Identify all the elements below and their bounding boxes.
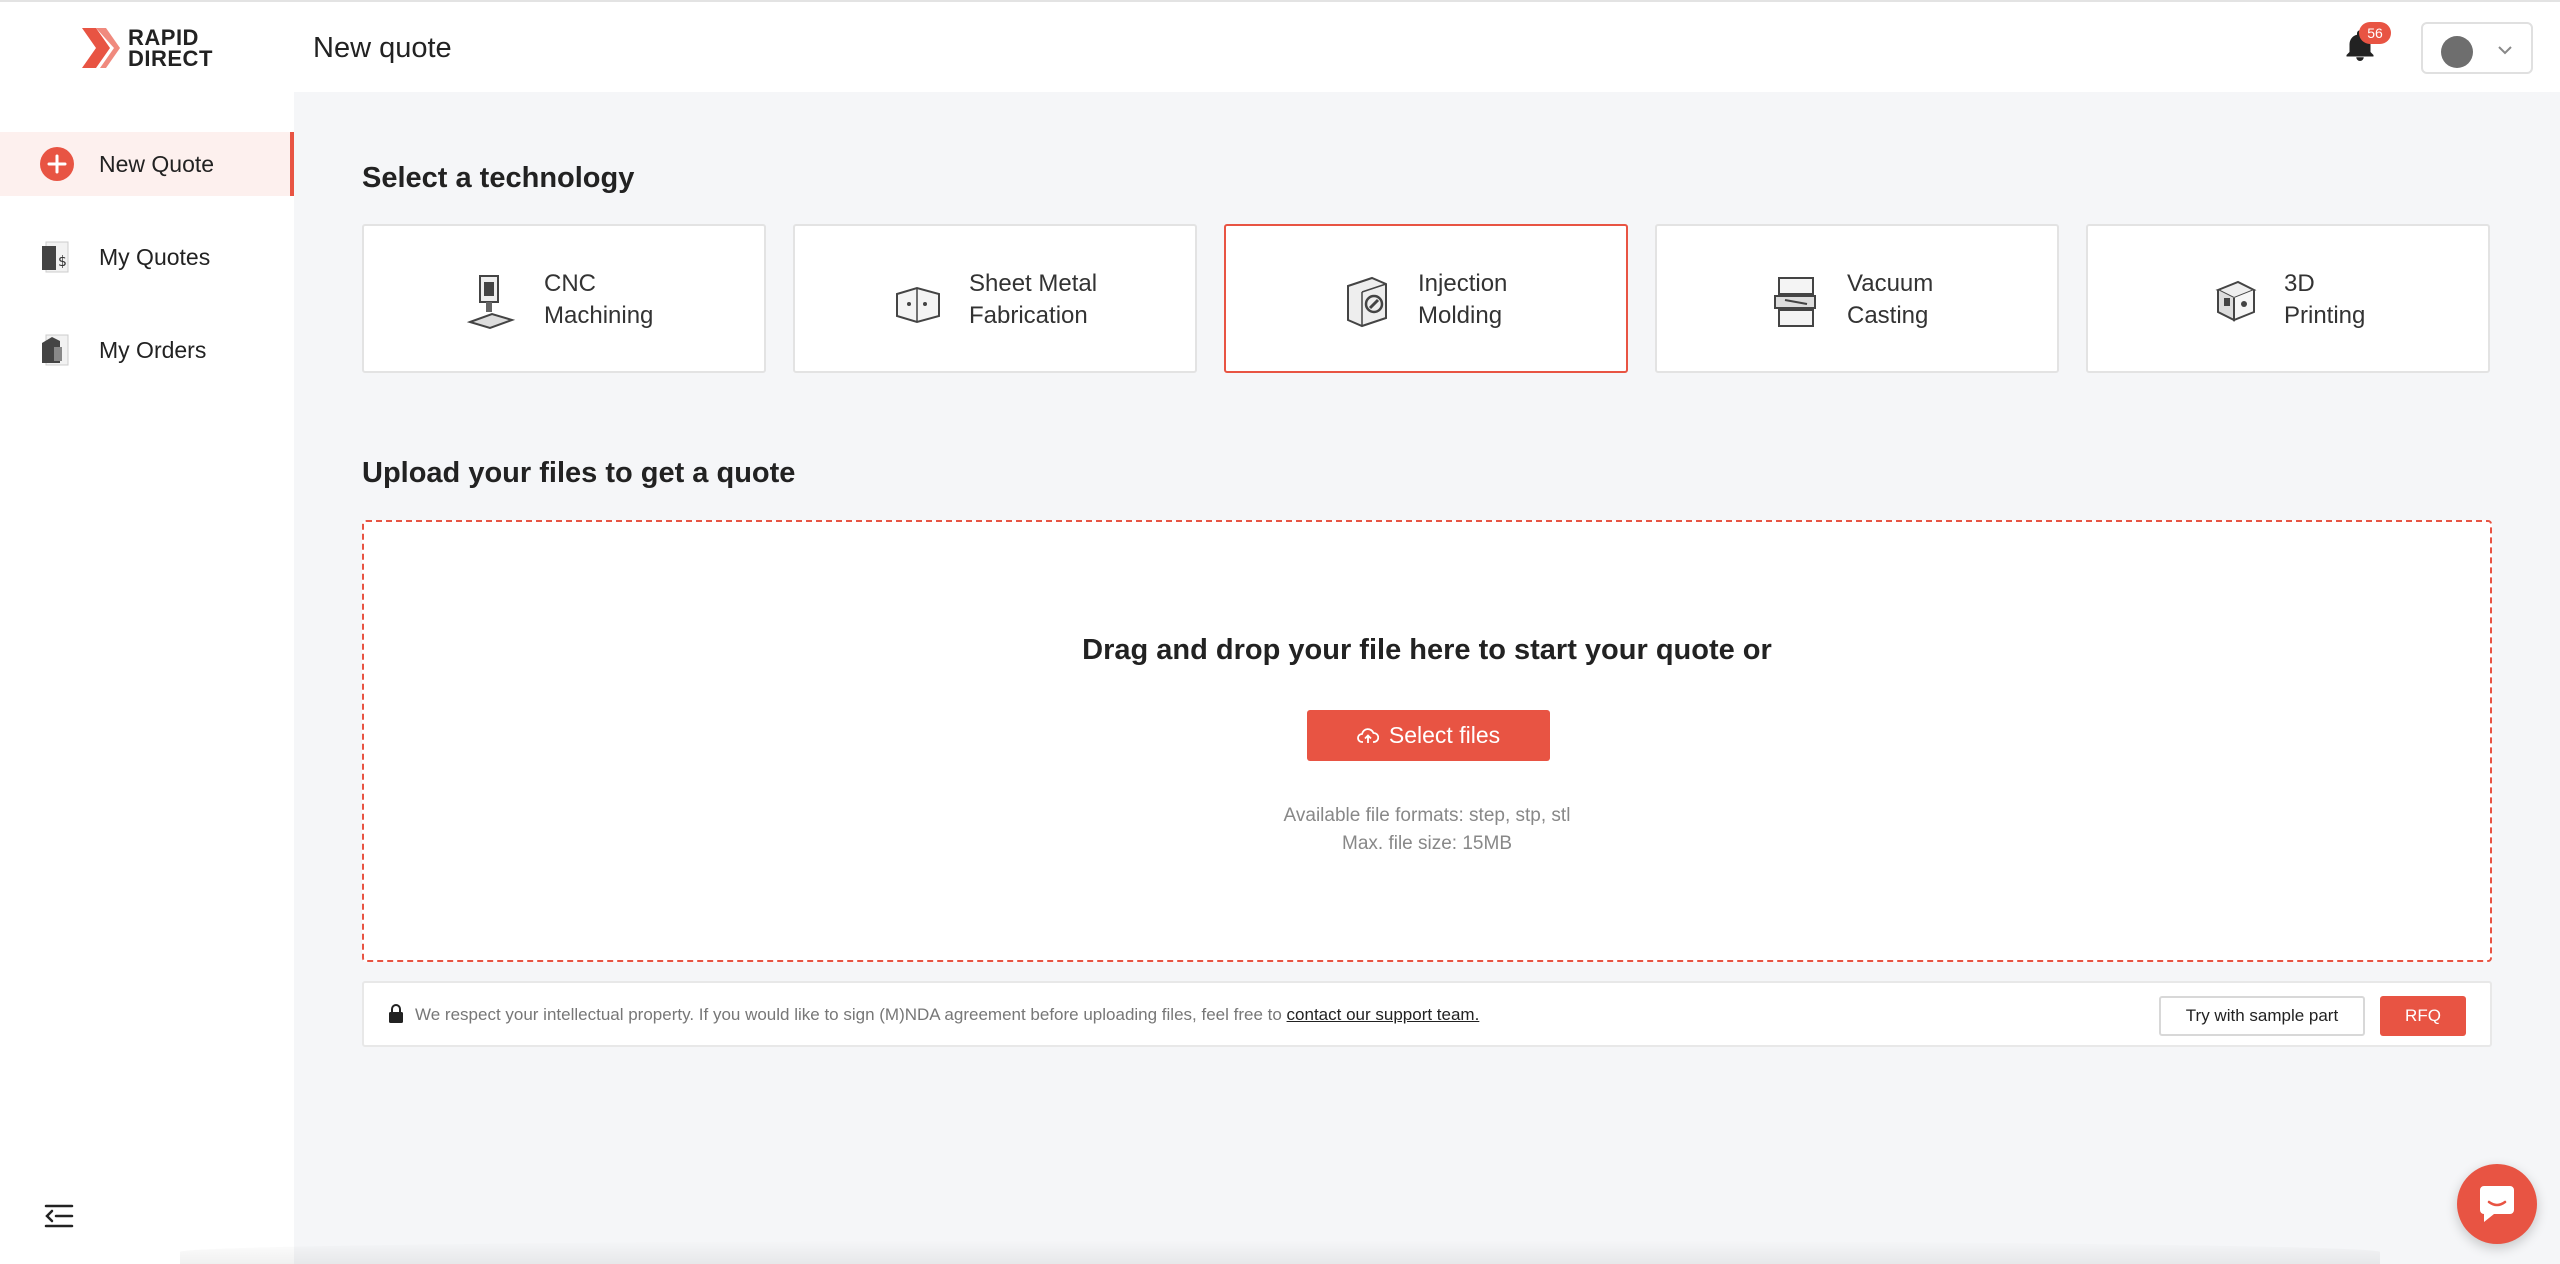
max-file-size-text: Max. file size: 15MB (1342, 833, 1512, 854)
page-title: New quote (313, 32, 452, 64)
dropzone-text: Drag and drop your file here to start yo… (1082, 634, 1772, 666)
collapse-menu-icon[interactable] (44, 1203, 74, 1229)
tech-option-sheet-metal-fabrication[interactable]: Sheet Metal Fabrication (793, 224, 1197, 373)
vacuum-casting-icon (1774, 277, 1816, 327)
injection-molding-icon (1347, 276, 1387, 328)
sidebar: New Quote $ My Quotes My Orders (0, 92, 294, 1264)
sidebar-item-label: New Quote (99, 150, 215, 177)
file-dropzone[interactable]: Drag and drop your file here to start yo… (362, 520, 2492, 962)
try-sample-part-button[interactable]: Try with sample part (2159, 996, 2365, 1036)
chevron-down-icon (2498, 46, 2512, 55)
sheet-metal-icon (896, 286, 940, 324)
tech-label-line1: 3D (2284, 270, 2315, 297)
tech-option-injection-molding[interactable]: Injection Molding (1224, 224, 1628, 373)
cnc-icon (466, 275, 516, 330)
avatar (2441, 36, 2473, 68)
bottom-shadow (180, 1240, 2380, 1264)
technology-title: Select a technology (362, 162, 635, 194)
rfq-button[interactable]: RFQ (2380, 996, 2466, 1036)
3d-printing-icon (2215, 280, 2257, 322)
lock-icon (389, 1004, 403, 1023)
tech-label-line2: Printing (2284, 302, 2366, 329)
plus-circle-icon (38, 145, 76, 183)
tech-label-line2: Machining (544, 302, 654, 329)
tech-label-line1: Injection (1418, 270, 1508, 297)
svg-text:$: $ (58, 254, 67, 270)
tech-label-line1: CNC (544, 270, 596, 297)
select-files-button[interactable]: Select files (1307, 710, 1550, 761)
logo-text-bottom: DIRECT (128, 46, 213, 71)
tech-label-line1: Sheet Metal (969, 270, 1098, 297)
chat-button[interactable] (2457, 1164, 2537, 1244)
quotes-icon: $ (38, 238, 76, 276)
contact-support-link[interactable]: contact our support team. (1287, 1005, 1480, 1024)
sidebar-item-label: My Quotes (99, 243, 211, 270)
sidebar-item-my-orders[interactable]: My Orders (0, 318, 294, 382)
logo-mark-icon (82, 28, 120, 68)
user-menu[interactable] (2421, 22, 2533, 74)
tech-label-line2: Casting (1847, 302, 1929, 329)
sidebar-item-my-quotes[interactable]: $ My Quotes (0, 225, 294, 289)
ip-notice-text: We respect your intellectual property. I… (415, 1005, 1287, 1024)
tech-option-3d-printing[interactable]: 3D Printing (2086, 224, 2490, 373)
tech-label-line2: Fabrication (969, 302, 1088, 329)
sidebar-item-new-quote[interactable]: New Quote (0, 132, 294, 196)
tech-option-vacuum-casting[interactable]: Vacuum Casting (1655, 224, 2059, 373)
ip-notice-bar: We respect your intellectual property. I… (362, 981, 2492, 1047)
select-files-label: Select files (1388, 722, 1501, 748)
cloud-upload-icon (1357, 727, 1379, 743)
tech-label-line2: Molding (1418, 302, 1503, 329)
logo-text-top: RAPID (128, 25, 199, 50)
upload-title: Upload your files to get a quote (362, 457, 796, 489)
file-formats-text: Available file formats: step, stp, stl (1283, 805, 1571, 826)
top-bar: RAPID DIRECT New quote 56 (0, 0, 2560, 92)
chat-icon (2480, 1186, 2514, 1222)
sidebar-item-label: My Orders (99, 336, 207, 363)
tech-option-cnc-machining[interactable]: CNC Machining (362, 224, 766, 373)
orders-icon (38, 331, 76, 369)
notification-badge: 56 (2359, 22, 2391, 44)
tech-label-line1: Vacuum (1847, 270, 1934, 297)
logo[interactable]: RAPID DIRECT (80, 26, 213, 70)
